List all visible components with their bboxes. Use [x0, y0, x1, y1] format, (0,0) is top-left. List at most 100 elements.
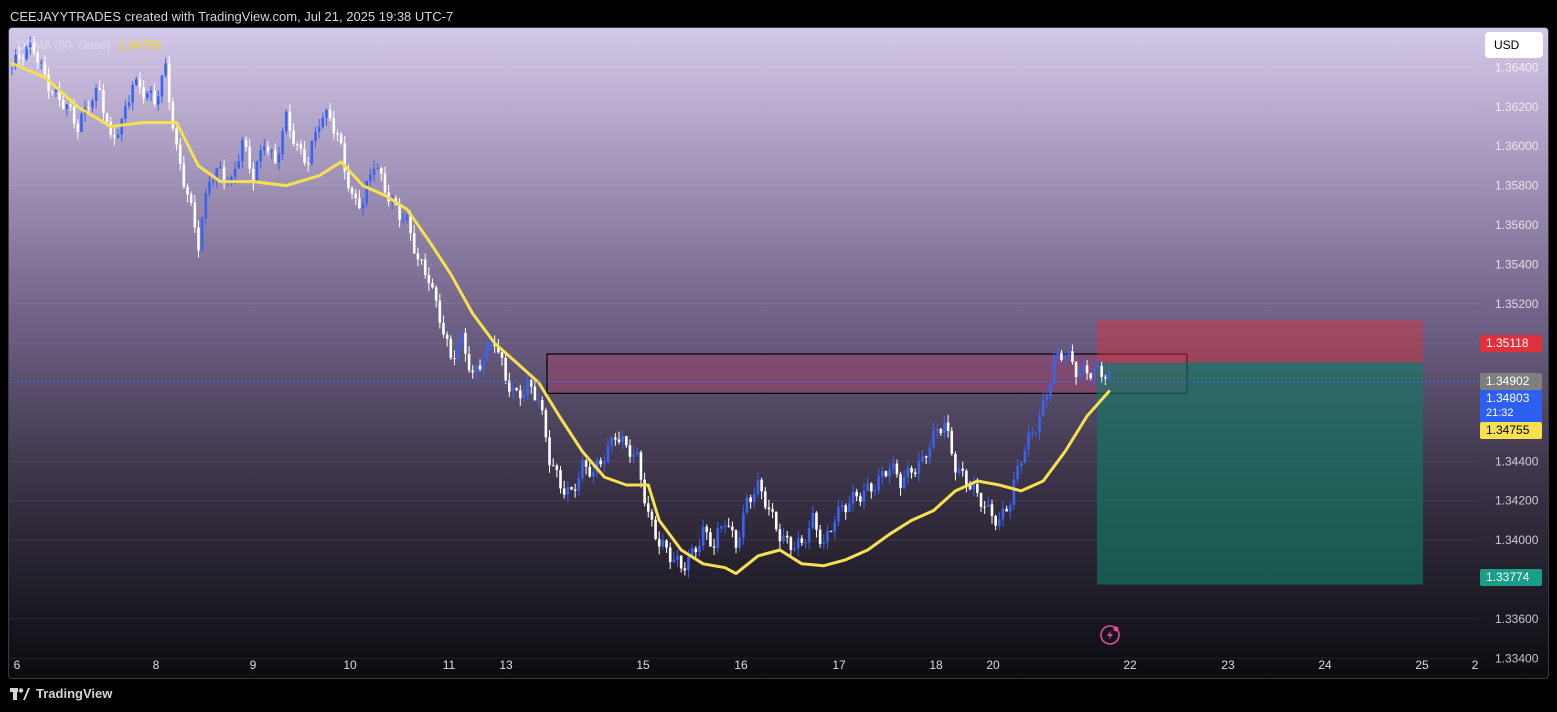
- candle-body: [990, 504, 994, 517]
- candle-body: [998, 519, 1001, 526]
- candle-body: [142, 87, 145, 98]
- candle-body: [445, 334, 449, 339]
- candle-body: [972, 483, 976, 490]
- stop-loss-price-label: 1.35118: [1480, 335, 1542, 352]
- time-tick-label: 20: [986, 658, 1000, 672]
- candle-body: [306, 163, 310, 165]
- candle-body: [818, 529, 822, 544]
- candle-body: [1089, 373, 1093, 379]
- candle-body: [540, 400, 544, 411]
- candle-body: [785, 535, 789, 538]
- candle-body: [1074, 362, 1078, 378]
- candle-body: [1071, 351, 1074, 363]
- candle-body: [1049, 383, 1052, 396]
- candle-body: [723, 525, 727, 527]
- candle-body: [310, 140, 314, 164]
- candle-body: [635, 452, 639, 455]
- candle-body: [1052, 357, 1056, 384]
- candle-body: [774, 511, 778, 530]
- chart-pane[interactable]: 6 8 9 10 11 13 15 16 17 18 20 22 23 24 25 2 1.36400 1.36…: [8, 27, 1549, 679]
- chart-attribution: CEEJAYYTRADES created with TradingView.c…: [10, 9, 454, 24]
- candle-body: [1016, 466, 1019, 480]
- candle-body: [171, 102, 175, 129]
- candle-body: [782, 535, 785, 542]
- candle-body: [21, 58, 25, 60]
- candle-body: [551, 465, 555, 467]
- candle-body: [405, 215, 409, 220]
- candle-body: [259, 150, 262, 162]
- candle-body: [592, 471, 595, 477]
- time-tick-label: 24: [1318, 658, 1332, 672]
- candle-body: [548, 437, 551, 466]
- candle-body: [1019, 462, 1023, 467]
- candle-body: [145, 93, 149, 98]
- candle-body: [1056, 352, 1060, 358]
- candle-body: [369, 174, 372, 181]
- candle-body: [18, 54, 21, 59]
- candle-body: [164, 63, 167, 76]
- candle-body: [668, 547, 672, 562]
- candle-body: [891, 463, 895, 470]
- candle-body: [603, 461, 606, 465]
- candle-body: [800, 538, 804, 543]
- candle-body: [559, 470, 562, 489]
- candle-body: [361, 203, 365, 209]
- price-chart[interactable]: 6 8 9 10 11 13 15 16 17 18 20 22 23 24 25 2 1.36400 1.36…: [9, 28, 1548, 678]
- price-tick-label: 1.33400: [1495, 651, 1539, 665]
- candle-body: [1093, 368, 1096, 379]
- candle-body: [270, 149, 273, 152]
- candle-body: [902, 477, 906, 488]
- candle-body: [332, 118, 336, 134]
- candle-body: [859, 496, 862, 502]
- candle-body: [398, 205, 401, 220]
- candle-body: [431, 283, 434, 288]
- candle-body: [237, 161, 241, 169]
- candle-body: [632, 454, 635, 457]
- candle-body: [544, 410, 548, 438]
- candle-body: [65, 104, 69, 110]
- candle-body: [760, 479, 763, 492]
- candle-body: [36, 52, 39, 63]
- candle-body: [946, 422, 950, 431]
- candle-body: [189, 194, 193, 203]
- candle-body: [687, 557, 690, 571]
- candle-body: [913, 472, 917, 475]
- candle-body: [599, 460, 603, 465]
- candle-body: [840, 505, 844, 508]
- candle-body: [263, 146, 266, 151]
- candle-body: [277, 154, 281, 163]
- candle-body: [222, 167, 226, 182]
- candle-body: [94, 87, 98, 101]
- currency-button[interactable]: USD: [1485, 32, 1543, 58]
- candle-body: [954, 454, 957, 473]
- candle-body: [248, 146, 251, 169]
- candle-body: [522, 395, 526, 399]
- candle-body: [292, 130, 295, 145]
- candle-body: [438, 300, 442, 323]
- candle-body: [153, 90, 156, 105]
- candle-body: [317, 126, 321, 132]
- candle-body: [581, 460, 584, 479]
- candle-body: [182, 163, 186, 187]
- candle-body: [943, 422, 946, 434]
- replay-icon[interactable]: [1100, 625, 1120, 645]
- time-tick-label: 2: [1472, 658, 1479, 672]
- candle-body: [61, 99, 65, 110]
- candle-body: [420, 259, 423, 261]
- time-tick-label: 13: [499, 658, 513, 672]
- candle-body: [870, 483, 873, 492]
- candle-body: [753, 493, 756, 502]
- candle-body: [657, 538, 661, 547]
- candle-body: [983, 506, 986, 508]
- candle-body: [1034, 432, 1038, 434]
- candle-body: [354, 193, 358, 198]
- candle-body: [698, 545, 701, 553]
- candle-body: [749, 497, 752, 502]
- candle-body: [350, 188, 354, 194]
- candle-body: [577, 478, 581, 491]
- price-tick-label: 1.36400: [1495, 60, 1539, 74]
- candle-body: [771, 509, 774, 512]
- indicator-legend[interactable]: DEMA (50, close) 1.34755: [17, 38, 161, 52]
- candle-body: [555, 465, 559, 471]
- candle-body: [1008, 505, 1012, 512]
